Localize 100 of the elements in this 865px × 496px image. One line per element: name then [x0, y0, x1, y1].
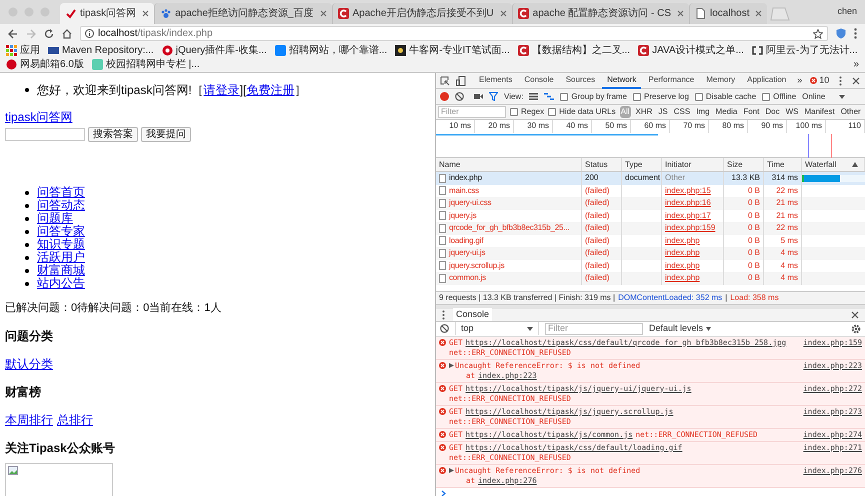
bookmark-link[interactable]: Maven Repository:...	[62, 44, 154, 57]
filter-type-button[interactable]: Manifest	[803, 106, 836, 118]
initiator-link[interactable]: index.php	[665, 272, 700, 284]
nav-link[interactable]: 活跃用户	[37, 251, 85, 264]
nav-link[interactable]: 问答专家	[37, 225, 85, 238]
throttle-dropdown[interactable]: Online	[802, 90, 846, 102]
more-tabs-button[interactable]: »	[793, 74, 806, 88]
nav-link[interactable]: 站内公告	[37, 277, 85, 290]
request-row[interactable]: common.js (failed) index.php 0 B 4 ms	[436, 272, 865, 284]
bookmark-link[interactable]: 阿里云-为了无法计...	[766, 44, 858, 57]
devtools-tab[interactable]: Console	[519, 73, 559, 88]
initiator-link[interactable]: index.php:17	[665, 210, 711, 222]
waterfall-view-icon[interactable]	[544, 93, 554, 100]
checkbox[interactable]	[560, 92, 568, 100]
initiator-link[interactable]: index.php:159	[665, 222, 716, 234]
bookmark-link[interactable]: 牛客网-专业IT笔试面...	[409, 44, 510, 57]
bookmark-link[interactable]: jQuery插件库-收集...	[176, 44, 267, 57]
address-bar[interactable]: localhost/tipask/index.php	[80, 26, 828, 41]
request-row[interactable]: jquery.js (failed) index.php:17 0 B 21 ms	[436, 210, 865, 222]
search-field[interactable]	[5, 128, 85, 141]
star-icon[interactable]	[813, 28, 823, 38]
browser-tab[interactable]: apache拒绝访问静态资源_百度	[154, 3, 332, 24]
drawer-tab[interactable]: Console	[453, 308, 492, 321]
checkbox[interactable]	[510, 108, 518, 116]
device-icon[interactable]	[456, 76, 466, 86]
inspect-icon[interactable]	[440, 76, 450, 86]
request-row[interactable]: loading.gif (failed) index.php 0 B 5 ms	[436, 234, 865, 247]
link[interactable]: 请登录	[204, 83, 240, 97]
error-count-badge[interactable]: 10	[810, 74, 830, 88]
devtools-tab[interactable]: Performance	[643, 73, 700, 88]
filter-type-button[interactable]: XHR	[634, 106, 654, 118]
filter-type-button[interactable]: Media	[714, 106, 738, 118]
close-icon[interactable]	[852, 76, 860, 84]
checkbox[interactable]	[762, 92, 770, 100]
bookmark-link[interactable]: 招聘网站，哪个靠谱...	[288, 44, 388, 57]
user-name[interactable]: chen	[837, 5, 857, 19]
close-icon[interactable]	[755, 10, 762, 17]
browser-tab[interactable]: apache 配置静态资源访问 - CS	[512, 3, 690, 24]
clear-icon[interactable]	[440, 324, 449, 333]
devtools-tab[interactable]: Memory	[701, 73, 740, 88]
link[interactable]: 默认分类	[5, 354, 53, 372]
bookmark-link[interactable]: JAVA设计模式之单...	[652, 44, 744, 57]
filter-icon[interactable]	[489, 92, 498, 101]
sort-arrow-icon[interactable]	[852, 162, 858, 167]
devtools-tab[interactable]: Sources	[560, 73, 600, 88]
shield-icon[interactable]	[836, 28, 846, 39]
bookmark-link[interactable]: 网易邮箱6.0版	[20, 58, 84, 71]
request-row[interactable]: qrcode_for_gh_bfb3b8ec315b_25... (failed) index.php:159 0 B 22 ms	[436, 222, 865, 234]
settings-icon[interactable]	[851, 324, 861, 334]
column-header[interactable]: Type	[625, 158, 642, 170]
link[interactable]: 免费注册	[246, 83, 294, 97]
filter-type-button[interactable]: WS	[784, 106, 800, 118]
button[interactable]: 我要提问	[141, 127, 191, 142]
nav-link[interactable]: 财富商城	[37, 264, 85, 277]
initiator-link[interactable]: index.php:15	[665, 184, 711, 197]
close-icon[interactable]	[500, 10, 507, 17]
filter-type-button[interactable]: Other	[840, 106, 862, 118]
more-options-icon[interactable]	[442, 310, 445, 320]
column-header[interactable]: Waterfall	[805, 158, 836, 170]
expand-triangle-icon[interactable]	[449, 468, 454, 473]
link[interactable]: 本周排行	[5, 410, 53, 428]
nav-link[interactable]: 知识专题	[37, 238, 85, 251]
checkbox[interactable]	[694, 92, 703, 100]
link[interactable]: 总排行	[57, 410, 93, 428]
filter-type-button[interactable]: CSS	[672, 106, 692, 118]
camera-icon[interactable]	[474, 93, 483, 100]
column-header[interactable]: Time	[767, 158, 784, 170]
menu-icon[interactable]	[854, 28, 857, 39]
request-row[interactable]: jquery-ui.css (failed) index.php:16 0 B 21 ms	[436, 197, 865, 210]
close-icon[interactable]	[677, 10, 684, 17]
nav-link[interactable]: 问题库	[37, 212, 73, 225]
button[interactable]: 搜索答案	[88, 127, 138, 142]
levels-dropdown[interactable]: Default levels	[649, 322, 712, 336]
list-view-icon[interactable]	[529, 93, 538, 100]
filter-field[interactable]: Filter	[438, 106, 506, 118]
devtools-tab[interactable]: Elements	[474, 73, 518, 88]
request-row[interactable]: jquery-ui.js (failed) index.php 0 B 4 ms	[436, 247, 865, 260]
bookmark-link[interactable]: 【数据结构】之二叉...	[532, 44, 630, 57]
devtools-tab[interactable]: Application	[742, 73, 792, 88]
expand-triangle-icon[interactable]	[449, 363, 454, 368]
close-icon[interactable]	[851, 310, 859, 318]
column-header[interactable]: Status	[585, 158, 608, 170]
browser-tab[interactable]: Apache开启伪静态后接受不到U	[332, 3, 512, 24]
filter-field[interactable]: Filter	[545, 322, 643, 334]
request-row[interactable]: jquery.scrollup.js (failed) index.php 0 B 4 ms	[436, 260, 865, 272]
reload-icon[interactable]	[44, 28, 54, 38]
filter-type-button[interactable]: Doc	[764, 106, 781, 118]
more-bookmarks-button[interactable]: »	[853, 58, 859, 71]
close-icon[interactable]	[320, 10, 326, 17]
initiator-link[interactable]: index.php:16	[665, 197, 711, 210]
close-icon[interactable]	[142, 10, 150, 17]
bookmark-link[interactable]: 应用	[20, 44, 40, 57]
checkbox[interactable]	[548, 108, 556, 116]
site-link[interactable]: tipask问答网	[5, 108, 72, 126]
request-row[interactable]: main.css (failed) index.php:15 0 B 22 ms	[436, 184, 865, 197]
filter-type-button[interactable]: Font	[742, 106, 760, 118]
clear-icon[interactable]	[455, 92, 464, 101]
initiator-link[interactable]: index.php	[665, 234, 700, 247]
initiator-link[interactable]: index.php	[665, 260, 700, 272]
filter-type-button[interactable]: JS	[657, 106, 669, 118]
